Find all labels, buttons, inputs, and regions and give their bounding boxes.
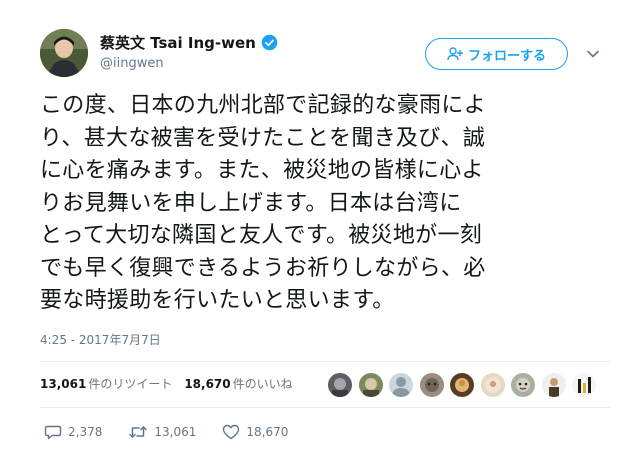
liker-avatar[interactable] xyxy=(480,373,505,397)
like-stat[interactable]: 18,670 件のいいね xyxy=(184,375,292,392)
divider xyxy=(40,407,610,408)
author-handle[interactable]: @iingwen xyxy=(100,56,278,71)
liker-avatar[interactable] xyxy=(328,373,352,397)
retweet-icon xyxy=(129,426,148,438)
liker-avatar[interactable] xyxy=(419,373,444,397)
like-stat-count: 18,670 xyxy=(184,377,231,391)
like-stat-label: 件のいいね xyxy=(232,377,293,391)
follow-button-label: フォローする xyxy=(467,48,546,64)
like-count: 18,670 xyxy=(246,425,289,439)
heart-icon xyxy=(223,424,240,440)
likers-avatars xyxy=(328,373,603,397)
liker-avatar[interactable] xyxy=(572,373,596,397)
liker-avatar[interactable] xyxy=(389,373,413,397)
liker-avatar[interactable] xyxy=(511,373,535,397)
liker-avatar[interactable] xyxy=(541,373,566,397)
retweet-stat-label: 件のリツイート xyxy=(88,377,173,391)
tweet-card: 蔡英文 Tsai Ing-wen @iingwen フォローする この度、日本の… xyxy=(0,0,643,472)
retweet-count: 13,061 xyxy=(154,425,197,439)
divider xyxy=(40,361,610,362)
author-avatar[interactable] xyxy=(40,29,88,77)
add-user-icon xyxy=(447,47,463,61)
retweet-button[interactable]: 13,061 xyxy=(128,424,196,440)
retweet-stat-count: 13,061 xyxy=(40,377,87,391)
author-name[interactable]: 蔡英文 Tsai Ing-wen xyxy=(100,32,256,53)
reply-count: 2,378 xyxy=(68,425,103,439)
like-button[interactable]: 18,670 xyxy=(222,424,288,440)
verified-badge-icon xyxy=(261,34,278,50)
liker-avatar[interactable] xyxy=(450,373,474,397)
reply-icon xyxy=(44,425,62,440)
author-info: 蔡英文 Tsai Ing-wen @iingwen xyxy=(100,32,278,71)
liker-avatar[interactable] xyxy=(358,373,383,397)
reply-button[interactable]: 2,378 xyxy=(44,424,102,440)
tweet-timestamp[interactable]: 4:25 - 2017年7月7日 xyxy=(40,331,161,348)
retweet-stat[interactable]: 13,061 件のリツイート xyxy=(40,375,172,392)
engagement-stats: 13,061 件のリツイート 18,670 件のいいね xyxy=(40,375,305,392)
tweet-text: この度、日本の九州北部で記録的な豪雨によ り、甚大な被害を受けたことを聞き及び、… xyxy=(40,93,487,313)
follow-button[interactable]: フォローする xyxy=(425,38,568,70)
tweet-actions: 2,378 13,061 18,670 xyxy=(44,424,288,440)
chevron-down-icon[interactable] xyxy=(586,47,600,61)
